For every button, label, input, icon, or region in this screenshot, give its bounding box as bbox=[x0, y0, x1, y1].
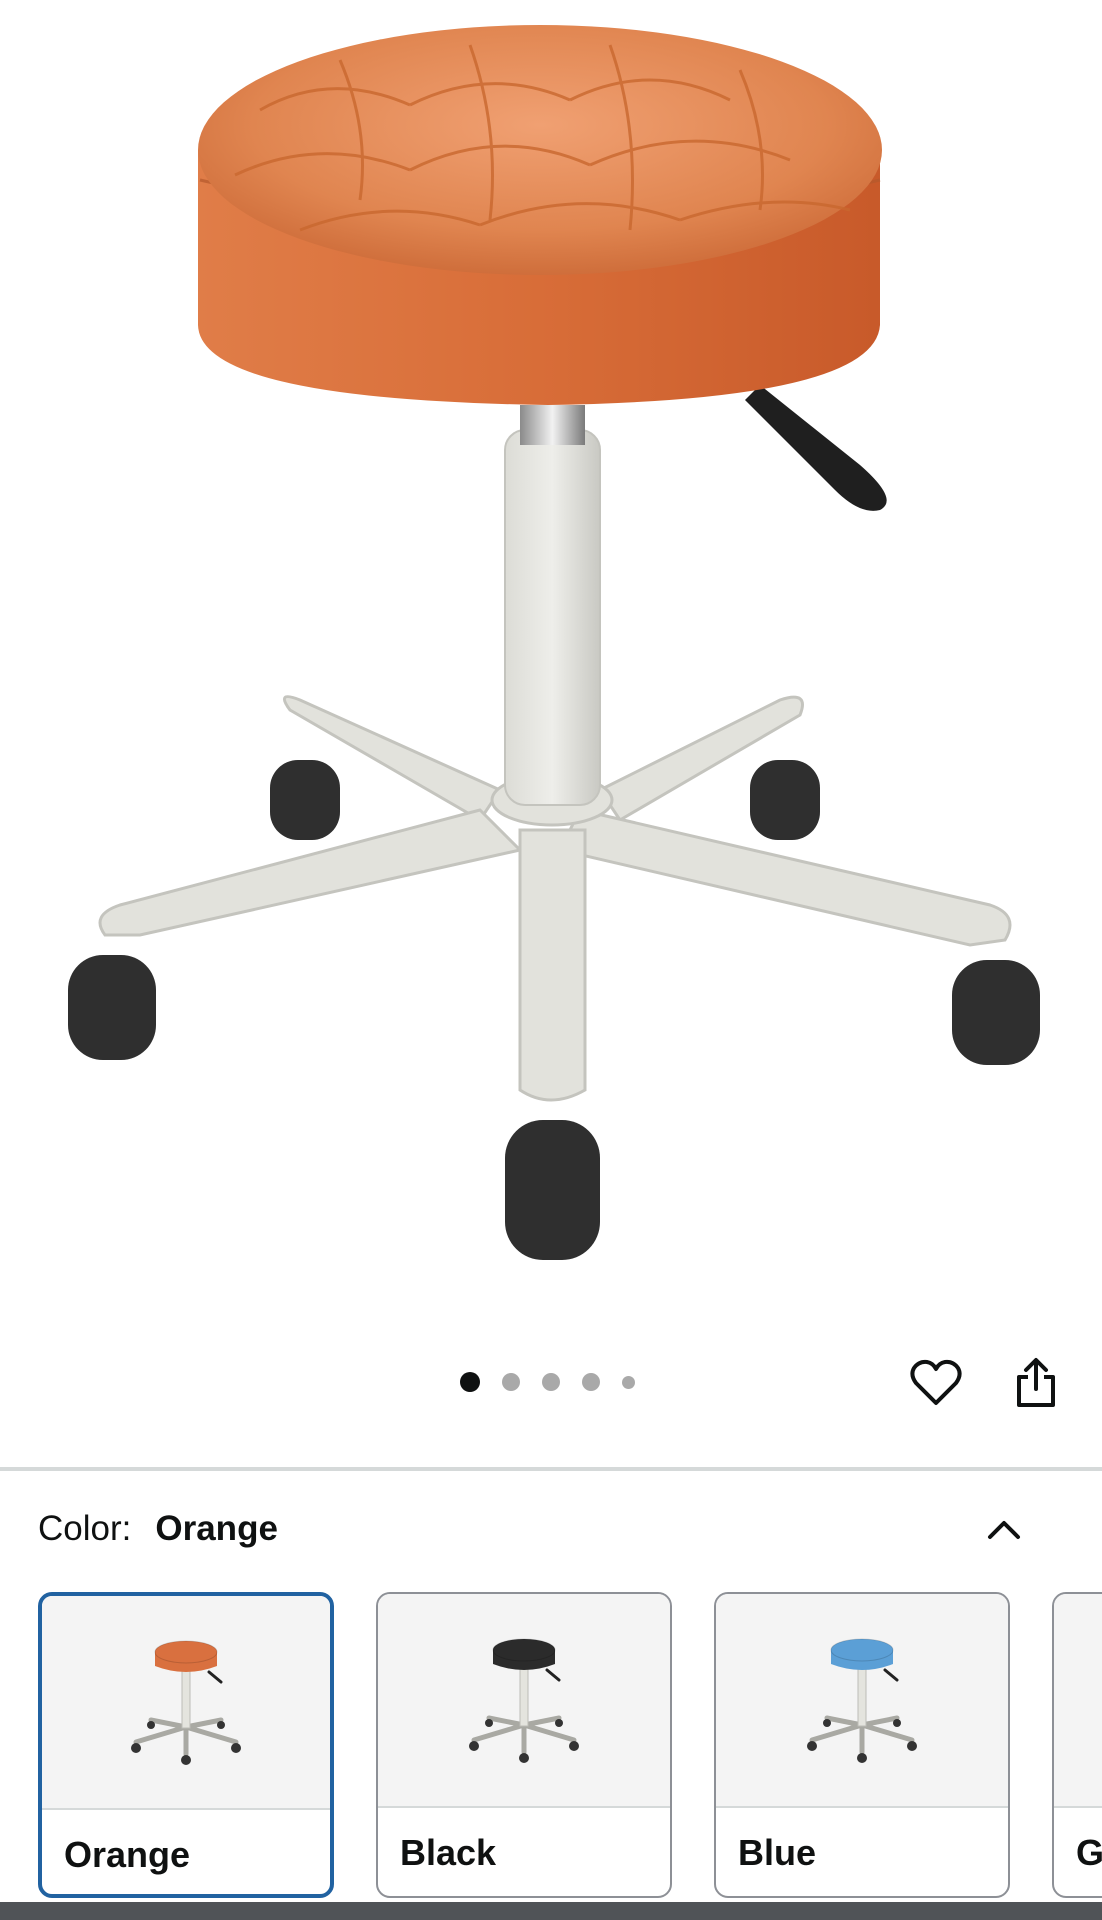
stool-illustration bbox=[68, 25, 1040, 1260]
section-divider bbox=[0, 1467, 1102, 1471]
selected-color-value: Orange bbox=[155, 1509, 278, 1548]
image-carousel-indicator[interactable] bbox=[460, 1370, 635, 1394]
swatch-thumbnail bbox=[42, 1596, 330, 1808]
swatch-black[interactable]: Black bbox=[376, 1592, 672, 1898]
carousel-dot-4[interactable] bbox=[582, 1373, 600, 1391]
swatch-partial[interactable]: G bbox=[1052, 1592, 1102, 1898]
carousel-dot-1[interactable] bbox=[460, 1372, 480, 1392]
wishlist-button[interactable] bbox=[906, 1353, 966, 1413]
color-swatch-list[interactable]: Orange Black Blue G bbox=[38, 1592, 1102, 1902]
chevron-up-icon bbox=[988, 1521, 1020, 1539]
swatch-blue[interactable]: Blue bbox=[714, 1592, 1010, 1898]
swatch-thumbnail bbox=[716, 1594, 1008, 1806]
bottom-system-bar bbox=[0, 1902, 1102, 1920]
carousel-dot-3[interactable] bbox=[542, 1373, 560, 1391]
swatch-thumbnail bbox=[1054, 1594, 1102, 1806]
swatch-label: Orange bbox=[64, 1834, 191, 1875]
swatch-label: G bbox=[1076, 1832, 1102, 1873]
swatch-label: Blue bbox=[738, 1832, 817, 1873]
product-image[interactable] bbox=[0, 0, 1102, 1330]
share-icon bbox=[1017, 1358, 1055, 1407]
share-button[interactable] bbox=[1006, 1353, 1066, 1413]
swatch-orange[interactable]: Orange bbox=[38, 1592, 334, 1898]
swatch-thumbnail bbox=[378, 1594, 670, 1806]
heart-outline-icon bbox=[910, 1359, 962, 1405]
color-selector-header: Color: Orange bbox=[38, 1505, 1058, 1553]
swatch-label: Black bbox=[400, 1832, 497, 1873]
carousel-dot-2[interactable] bbox=[502, 1373, 520, 1391]
color-label: Color: bbox=[38, 1509, 132, 1548]
carousel-dot-5[interactable] bbox=[622, 1375, 635, 1389]
collapse-button[interactable] bbox=[980, 1505, 1028, 1553]
